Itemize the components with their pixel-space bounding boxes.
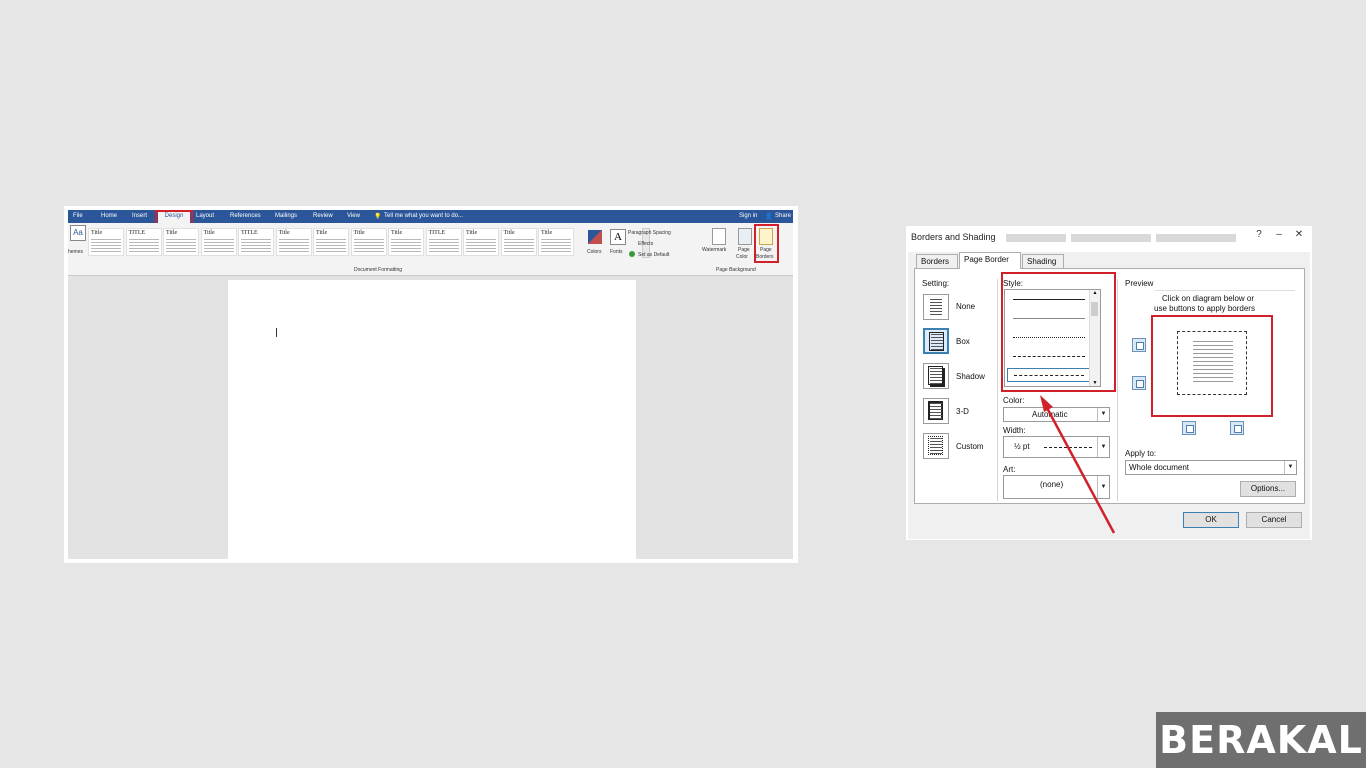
tab-page-border[interactable]: Page Border [959, 252, 1021, 269]
brand-watermark: BERAKAL [1156, 712, 1366, 768]
annotation-arrow [1040, 395, 1116, 534]
